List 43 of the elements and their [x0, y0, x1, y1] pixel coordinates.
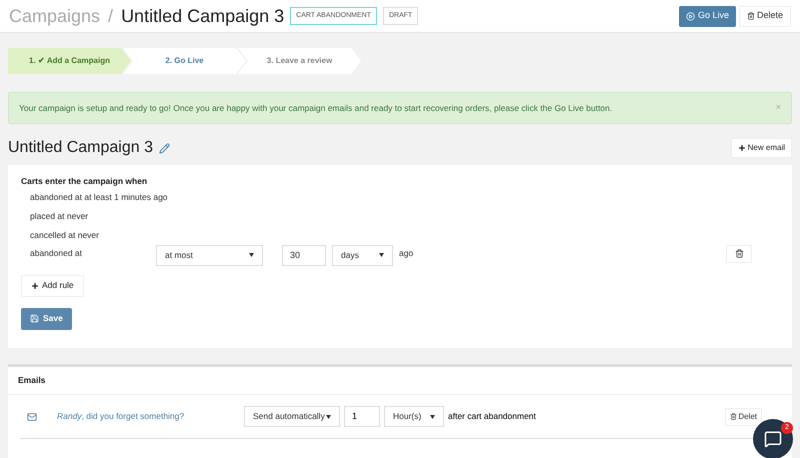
page-title: Untitled Campaign 3: [121, 4, 284, 28]
send-mode-select[interactable]: Send automatically: [244, 406, 340, 427]
delay-unit-select[interactable]: Hour(s): [384, 406, 444, 427]
breadcrumb-separator: /: [108, 4, 114, 28]
step-tab[interactable]: 1. ✔ Add a Campaign: [8, 48, 131, 74]
rule-label: abandoned at: [30, 246, 83, 260]
envelope-icon: [27, 412, 37, 422]
trash-icon: [746, 12, 755, 20]
new-email-button[interactable]: New email: [730, 138, 792, 158]
rules-heading: Carts enter the campaign when: [21, 175, 148, 188]
edit-icon[interactable]: [158, 142, 170, 154]
unit-select[interactable]: days: [332, 244, 393, 266]
add-rule-button[interactable]: Add rule: [21, 274, 84, 297]
remove-rule-button[interactable]: [726, 244, 752, 263]
rule-suffix: ago: [399, 246, 414, 260]
campaign-title: Untitled Campaign 3: [8, 138, 153, 158]
delay-suffix: after cart abandonment: [448, 410, 536, 423]
delete-button[interactable]: Delete: [738, 6, 791, 26]
plus-icon: [31, 282, 39, 290]
save-button[interactable]: Save: [21, 308, 72, 330]
trash-icon: [734, 249, 744, 258]
rule-text: cancelled at never: [30, 228, 99, 242]
amount-field[interactable]: 30: [282, 244, 326, 266]
alert-message: Your campaign is setup and ready to go! Once you are happy with your campaign emails and ready to start recovering orders, please click the Go Live button.: [19, 102, 614, 114]
caret-icon: [430, 414, 435, 418]
trash-icon: [730, 413, 738, 420]
email-subject-link[interactable]: Randy, did you forget something?: [57, 410, 244, 423]
rule-text: abandoned at at least 1 minutes ago: [30, 190, 168, 204]
caret-icon: [249, 253, 254, 258]
caret-icon: [326, 414, 331, 418]
rule-text: placed at never: [30, 210, 88, 223]
delete-email-button[interactable]: Delet: [725, 408, 762, 426]
step-tab[interactable]: 3. Leave a review: [238, 48, 361, 74]
plus-icon: [738, 144, 746, 152]
play-icon: [686, 12, 695, 20]
go-live-button[interactable]: Go Live: [678, 6, 736, 26]
delay-field[interactable]: 1: [344, 406, 380, 427]
step-tab[interactable]: 2. Go Live: [123, 48, 246, 74]
floppy-icon: [30, 314, 39, 324]
chat-icon: [764, 430, 782, 448]
comparator-select[interactable]: at most: [156, 244, 263, 266]
caret-icon: [379, 253, 384, 258]
emails-heading: Emails: [8, 367, 792, 395]
